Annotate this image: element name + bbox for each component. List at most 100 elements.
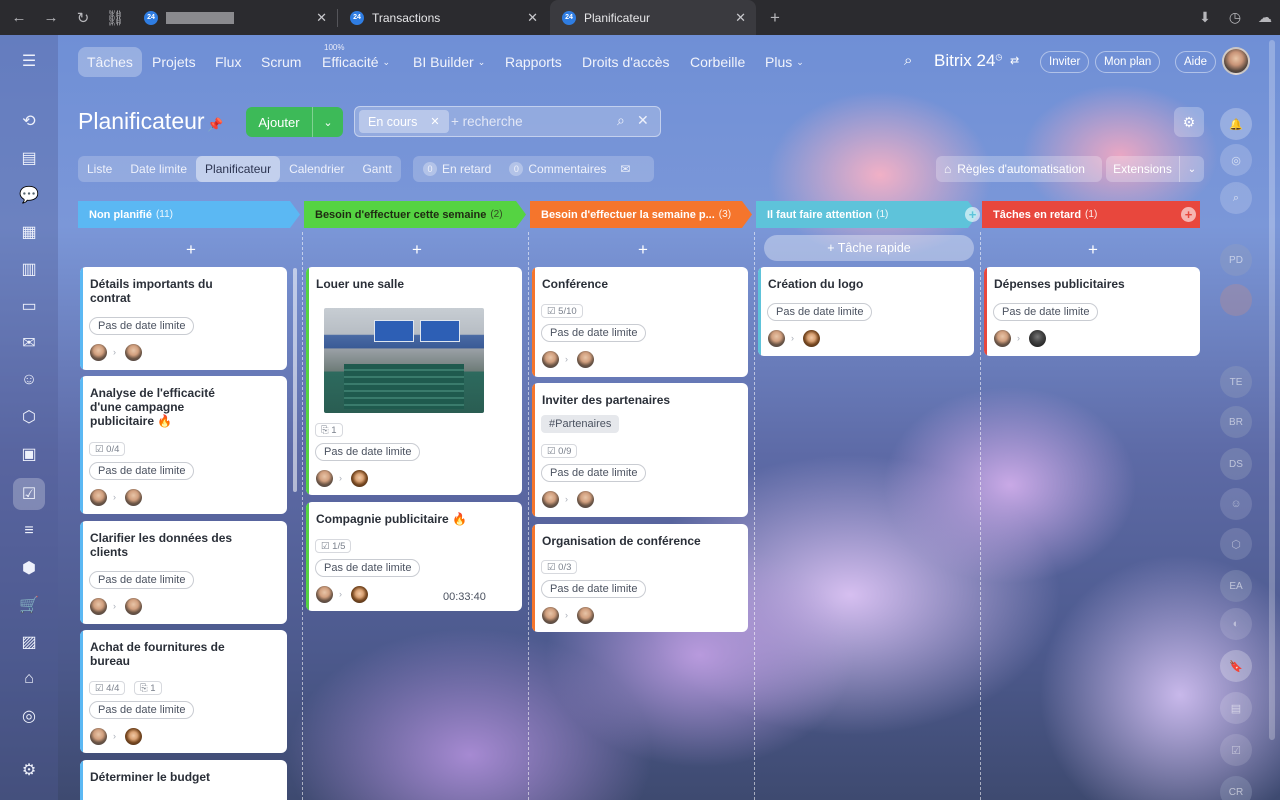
responsible-avatar[interactable] [125, 598, 142, 615]
back-icon[interactable]: ← [6, 5, 32, 31]
filter-icon[interactable]: ≡ [13, 515, 45, 547]
creator-avatar[interactable] [768, 330, 785, 347]
target-icon[interactable]: ◎ [13, 700, 45, 732]
new-tab-icon[interactable]: + [762, 5, 788, 31]
responsible-avatar[interactable] [577, 351, 594, 368]
tab-planner[interactable]: Planificateur [196, 156, 281, 182]
tab-gantt[interactable]: Gantt [353, 156, 400, 182]
calendar-icon[interactable]: ▦ [13, 216, 45, 248]
read-all-icon[interactable]: ✉ [620, 162, 630, 176]
cloud-icon[interactable]: ☁ [1250, 5, 1280, 31]
tab-list[interactable]: Liste [78, 156, 121, 182]
task-title[interactable]: Détails importants du contrat [90, 277, 240, 305]
switch-icon[interactable]: ⇄ [1010, 54, 1019, 67]
task-card[interactable]: Organisation de conférence ☑ 0/3 Pas de … [532, 524, 748, 632]
creator-avatar[interactable] [90, 344, 107, 361]
responsible-avatar[interactable] [351, 470, 368, 487]
responsible-avatar[interactable] [125, 489, 142, 506]
tab-deadline[interactable]: Date limite [121, 156, 196, 182]
task-card[interactable]: Achat de fournitures de bureau ☑ 4/4 ⎘ 1… [80, 630, 287, 753]
task-title[interactable]: Déterminer le budget [90, 770, 260, 784]
task-title[interactable]: Inviter des partenaires [542, 393, 722, 407]
forward-icon[interactable]: → [38, 5, 64, 31]
download-icon[interactable]: ⬇ [1190, 5, 1220, 31]
nav-reports[interactable]: Rapports [496, 47, 571, 77]
task-card[interactable]: Dépenses publicitaires Pas de date limit… [984, 267, 1200, 356]
task-card[interactable]: Création du logo Pas de date limite › [758, 267, 974, 356]
deadline-badge[interactable]: Pas de date limite [315, 443, 421, 461]
nav-efficiency[interactable]: Efficacité ⌄ [313, 47, 399, 77]
close-tab-icon[interactable]: ✕ [527, 10, 538, 26]
nav-access-rights[interactable]: Droits d'accès [573, 47, 678, 77]
contact-initials[interactable]: PD [1220, 244, 1252, 276]
browser-tab[interactable]: 24 ✕ [132, 0, 337, 35]
search-icon[interactable]: ⌕ [904, 52, 912, 69]
responsible-avatar[interactable] [125, 344, 142, 361]
search-input[interactable]: + recherche [451, 114, 523, 129]
user-avatar[interactable] [1222, 47, 1250, 75]
card-icon[interactable]: ▨ [13, 626, 45, 658]
task-title[interactable]: Conférence [542, 277, 722, 291]
contact-initials[interactable]: DS [1220, 448, 1252, 480]
contacts-icon[interactable]: ☺ [13, 364, 45, 396]
task-title[interactable]: Clarifier les données des clients [90, 531, 240, 559]
contact-initials[interactable]: BR [1220, 406, 1252, 438]
task-card[interactable]: Inviter des partenaires #Partenaires ☑ 0… [532, 383, 748, 517]
pin-icon[interactable]: 📌 [207, 117, 223, 133]
time-tracker[interactable]: 00:33:40 [443, 591, 486, 603]
chevron-down-icon[interactable]: ⌄ [313, 116, 343, 129]
task-card[interactable]: Conférence ☑ 5/10 Pas de date limite › [532, 267, 748, 377]
deadline-badge[interactable]: Pas de date limite [541, 324, 647, 342]
task-title[interactable]: Compagnie publicitaire 🔥 [316, 512, 506, 526]
creator-avatar[interactable] [90, 489, 107, 506]
quick-task-button[interactable]: + Tâche rapide [764, 235, 974, 261]
tasks-icon[interactable]: ☑ [13, 478, 45, 510]
automation-rules-button[interactable]: ⌂ Règles d'automatisation [936, 156, 1102, 182]
drive-icon[interactable]: ▭ [13, 290, 45, 322]
help-button[interactable]: Aide [1175, 51, 1217, 73]
creator-avatar[interactable] [90, 728, 107, 745]
deadline-badge[interactable]: Pas de date limite [315, 559, 421, 577]
column-header-overdue[interactable]: Tâches en retard (1) [982, 201, 1200, 228]
task-card[interactable]: Détails importants du contrat Pas de dat… [80, 267, 287, 370]
crm-icon[interactable]: ⬡ [13, 401, 45, 433]
comments-label[interactable]: Commentaires [528, 162, 606, 176]
task-title[interactable]: Achat de fournitures de bureau [90, 640, 240, 668]
file-icon[interactable]: ▥ [13, 253, 45, 285]
task-card[interactable]: Analyse de l'efficacité d'une campagne p… [80, 376, 287, 514]
chevron-down-icon[interactable]: ⌄ [1180, 164, 1204, 175]
add-column-icon[interactable]: + [965, 207, 980, 222]
nav-trash[interactable]: Corbeille [681, 47, 754, 77]
contact-initials[interactable]: CR [1220, 776, 1252, 800]
settings-icon[interactable]: ⚙ [13, 754, 45, 786]
task-title[interactable]: Louer une salle [316, 277, 496, 291]
column-header-attention[interactable]: Il faut faire attention (1) [756, 201, 978, 228]
feed-icon[interactable]: ⟲ [13, 105, 45, 137]
bell-icon[interactable]: 🔔 [1220, 108, 1252, 140]
menu-icon[interactable]: ☰ [13, 45, 45, 77]
responsible-avatar[interactable] [125, 728, 142, 745]
deadline-badge[interactable]: Pas de date limite [89, 317, 195, 335]
deadline-badge[interactable]: Pas de date limite [993, 303, 1099, 321]
task-card[interactable]: Clarifier les données des clients Pas de… [80, 521, 287, 624]
nav-tasks[interactable]: Tâches [78, 47, 142, 77]
reload-icon[interactable]: ↻ [70, 5, 96, 31]
column-header-this-week[interactable]: Besoin d'effectuer cette semaine (2) [304, 201, 526, 228]
close-tab-icon[interactable]: ✕ [316, 10, 327, 26]
overdue-label[interactable]: En retard [442, 162, 491, 176]
add-task-plus-icon[interactable]: + [186, 240, 196, 260]
tab-calendar[interactable]: Calendrier [280, 156, 353, 182]
task-title[interactable]: Création du logo [768, 277, 948, 291]
extensions-button[interactable]: Extensions ⌄ [1106, 156, 1204, 182]
link-icon[interactable]: ⛓ [102, 5, 128, 31]
nav-projects[interactable]: Projets [143, 47, 205, 77]
responsible-avatar[interactable] [1029, 330, 1046, 347]
search-icon[interactable]: ⌕ [617, 112, 625, 129]
group-chat-icon[interactable]: ☺ [1220, 488, 1252, 520]
deadline-badge[interactable]: Pas de date limite [89, 462, 195, 480]
document-icon[interactable]: ▤ [13, 142, 45, 174]
spiral-icon[interactable]: ◎ [1220, 144, 1252, 176]
browser-tab[interactable]: 24 Transactions ✕ [338, 0, 548, 35]
creator-avatar[interactable] [316, 586, 333, 603]
task-title[interactable]: Dépenses publicitaires [994, 277, 1174, 291]
